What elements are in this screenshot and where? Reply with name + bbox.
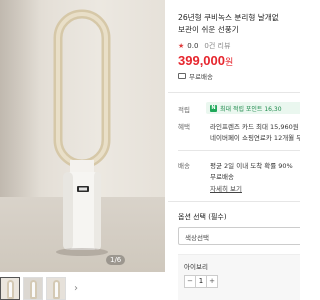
selected-option-box: 아이보리 − 1 + [178, 254, 300, 300]
quantity-stepper: − 1 + [184, 275, 218, 288]
main-product-image[interactable]: 1/6 [0, 0, 165, 272]
delivery-label: 배송 [178, 162, 190, 170]
point-label: 적립 [178, 106, 190, 114]
product-gallery: 1/6 › [0, 0, 165, 300]
product-title: 26년형 쿠비녹스 분리형 날개없 보관이 쉬운 선풍기 [178, 13, 279, 34]
selected-option-name: 아이보리 [184, 263, 208, 271]
option-title: 옵션 선택 (필수) [178, 213, 227, 221]
divider [168, 92, 300, 93]
price-value: 399,000 [178, 53, 225, 68]
thumbnail-next-icon[interactable]: › [69, 277, 83, 300]
benefit-line-1: 라인프렌즈 카드 최대 15,960원 추 [210, 123, 300, 131]
price: 399,000원 [178, 53, 233, 68]
qty-plus-button[interactable]: + [207, 276, 217, 287]
delivery-line-2: 무료배송 [210, 173, 234, 181]
point-badge[interactable]: N 최대 적립 포인트 16,30 [206, 102, 300, 114]
image-page-indicator: 1/6 [106, 255, 126, 265]
qty-value[interactable]: 1 [195, 276, 207, 287]
thumbnail-2[interactable] [23, 277, 43, 300]
product-info-panel: 26년형 쿠비녹스 분리형 날개없 보관이 쉬운 선풍기 ★ 0.0 0건 리뷰… [168, 0, 300, 300]
free-shipping-label: 무료배송 [189, 73, 213, 81]
thumbnail-strip: › [0, 277, 83, 300]
star-icon: ★ [178, 42, 185, 50]
qty-minus-button[interactable]: − [185, 276, 195, 287]
price-unit: 원 [225, 57, 234, 67]
free-shipping-row: 무료배송 [178, 71, 213, 81]
color-select[interactable]: 색상선택 [178, 227, 300, 245]
naver-pay-point-icon: N [210, 104, 217, 112]
thumbnail-1[interactable] [0, 277, 20, 300]
benefit-label: 혜택 [178, 123, 190, 131]
thumbnail-3[interactable] [46, 277, 66, 300]
rating-row: ★ 0.0 0건 리뷰 [178, 41, 230, 51]
divider [168, 201, 300, 202]
divider [178, 150, 300, 151]
review-count[interactable]: 0건 리뷰 [204, 41, 230, 51]
detail-link[interactable]: 자세히 보기 [210, 183, 242, 193]
rating-value: 0.0 [187, 42, 199, 50]
delivery-line-1: 평균 2일 이내 도착 확률 90% [210, 162, 293, 170]
delivery-icon [178, 73, 186, 79]
benefit-line-2: 네이버페이 쇼핑연료카 12개월 무 [210, 134, 300, 142]
bladeless-fan-image [53, 9, 111, 256]
